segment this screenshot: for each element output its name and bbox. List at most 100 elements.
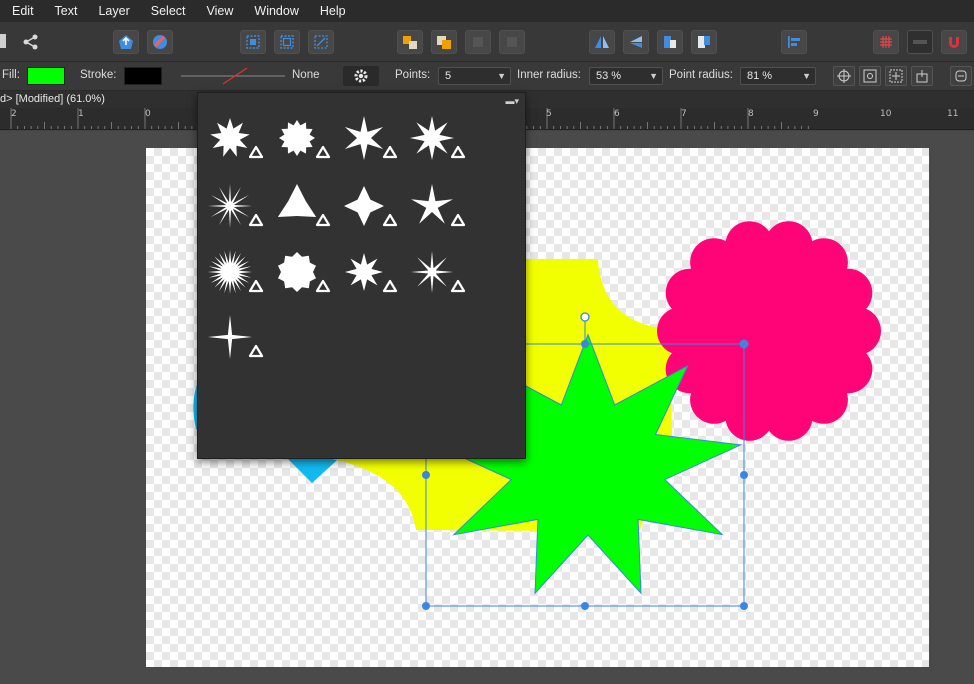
flip-horizontal-icon[interactable]	[589, 30, 615, 54]
pink-flower[interactable]	[657, 221, 881, 441]
menu-window[interactable]: Window	[244, 2, 309, 20]
fill-label: Fill:	[2, 69, 20, 81]
points-field[interactable]: 5 ▼	[438, 67, 511, 85]
preset-sunburst[interactable]	[208, 250, 264, 294]
preset-star-rounded[interactable]	[279, 120, 331, 159]
triangle-icon	[315, 213, 331, 227]
ruler-label: 2	[11, 109, 17, 119]
stroke-width-slider[interactable]: None	[171, 67, 326, 85]
select-bounds-icon[interactable]	[240, 30, 266, 54]
chevron-down-icon: ▼	[802, 71, 811, 81]
snap-grid-icon[interactable]	[873, 30, 899, 54]
preset-shape	[208, 184, 252, 228]
upload-icon[interactable]	[113, 30, 139, 54]
stroke-swatch[interactable]	[124, 67, 162, 85]
shape-presets-popup: ▬▾	[197, 92, 526, 459]
point-radius-field[interactable]: 81 % ▼	[740, 67, 816, 85]
arrange-back-icon[interactable]	[397, 30, 423, 54]
preset-trefoil[interactable]	[277, 184, 331, 227]
triangle-icon	[248, 213, 264, 227]
preset-cloud-flower[interactable]	[278, 252, 331, 293]
main-toolbar	[0, 22, 974, 62]
menu-help[interactable]: Help	[310, 2, 357, 20]
ruler-label: 7	[681, 109, 687, 119]
menu-view[interactable]: View	[197, 2, 245, 20]
document-title: d> [Modified] (61.0%)	[0, 93, 105, 105]
menu-layer[interactable]: Layer	[88, 2, 140, 20]
flip-vertical-icon[interactable]	[623, 30, 649, 54]
preset-shape	[411, 251, 453, 293]
align-left-icon[interactable]	[781, 30, 807, 54]
preset-shape	[208, 315, 252, 359]
ruler-label: 8	[748, 109, 754, 119]
ruler-label: 0	[145, 109, 151, 119]
eye-icon[interactable]	[859, 66, 881, 86]
triangle-icon	[382, 145, 398, 159]
triangle-icon	[450, 213, 466, 227]
points-label: Points:	[395, 69, 431, 81]
target-icon[interactable]	[833, 66, 855, 86]
menu-select[interactable]: Select	[141, 2, 197, 20]
rotate-left-icon[interactable]	[657, 30, 683, 54]
stroke-width-value: None	[292, 69, 320, 81]
triangle-icon	[382, 279, 398, 293]
rotate-icon[interactable]	[950, 66, 972, 86]
preset-shape	[208, 250, 252, 294]
arrange-forward-icon[interactable]	[465, 30, 491, 54]
menu-text[interactable]: Text	[45, 2, 89, 20]
preset-shape	[411, 184, 453, 224]
snap-toggle-icon[interactable]	[907, 30, 933, 54]
preset-shape	[277, 184, 317, 217]
preset-star-thin[interactable]	[411, 251, 466, 293]
transform-icon[interactable]	[308, 30, 334, 54]
arrange-backward-icon[interactable]	[499, 30, 525, 54]
preset-cross-rounded[interactable]	[344, 186, 398, 227]
fill-swatch[interactable]	[27, 67, 65, 85]
triangle-icon	[450, 279, 466, 293]
preset-asterisk-eight[interactable]	[410, 116, 466, 160]
triangle-icon	[248, 279, 264, 293]
paint-icon[interactable]	[147, 30, 173, 54]
ruler-label: 5	[546, 109, 552, 119]
triangle-icon	[248, 145, 264, 159]
resize-handle[interactable]	[740, 602, 748, 610]
rotate-right-icon[interactable]	[691, 30, 717, 54]
preset-spokes[interactable]	[208, 184, 264, 228]
resize-handle[interactable]	[739, 339, 749, 349]
triangle-icon	[315, 279, 331, 293]
preset-shape	[210, 118, 250, 157]
resize-handle[interactable]	[740, 471, 748, 479]
resize-handle[interactable]	[581, 340, 589, 348]
inner-radius-field[interactable]: 53 % ▼	[589, 67, 663, 85]
preset-pinwheel[interactable]	[411, 184, 466, 227]
triangle-icon	[315, 145, 331, 159]
gear-icon[interactable]	[343, 66, 379, 86]
triangle-icon	[248, 344, 264, 358]
preset-star-four-point[interactable]	[208, 315, 264, 359]
rotate-handle[interactable]	[580, 312, 590, 322]
preset-star-burst[interactable]	[210, 118, 264, 159]
arrange-front-icon[interactable]	[431, 30, 457, 54]
resize-handle[interactable]	[581, 602, 589, 610]
point-radius-label: Point radius:	[669, 69, 733, 81]
resize-handle[interactable]	[422, 602, 430, 610]
preset-shape	[345, 253, 383, 291]
stroke-label: Stroke:	[80, 69, 117, 81]
resize-handle[interactable]	[422, 471, 430, 479]
select-object-icon[interactable]	[274, 30, 300, 54]
flower-petal	[824, 268, 873, 317]
magnet-icon[interactable]	[941, 30, 967, 54]
preset-shape	[410, 116, 454, 160]
resize-icon[interactable]	[885, 66, 907, 86]
toolbar-overflow-icon[interactable]	[0, 34, 6, 48]
context-toolbar: Fill: Stroke: None Points: 5 ▼ Inner rad…	[0, 62, 974, 91]
menu-edit[interactable]: Edit	[0, 2, 45, 20]
preset-asterisk-six[interactable]	[344, 116, 398, 160]
transform-origin-icon[interactable]	[911, 66, 933, 86]
presets-grid[interactable]	[198, 93, 527, 460]
share-icon[interactable]	[18, 30, 44, 54]
ruler-label: 1	[78, 109, 84, 119]
point-radius-value: 81 %	[747, 70, 773, 82]
preset-star-sparkle[interactable]	[345, 253, 398, 293]
inner-radius-value: 53 %	[596, 70, 622, 82]
